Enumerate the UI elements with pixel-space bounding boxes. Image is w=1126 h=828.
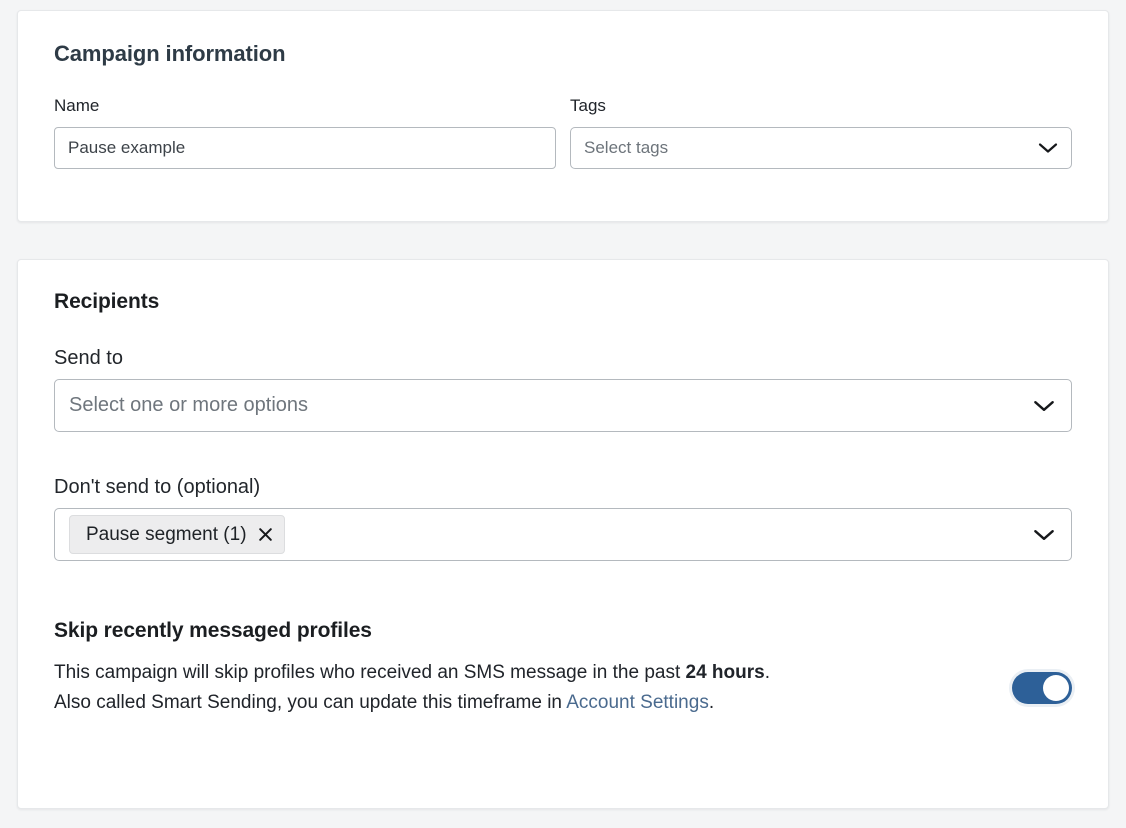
recipients-heading: Recipients [54,290,1072,314]
chevron-down-icon [1033,528,1055,541]
account-settings-link[interactable]: Account Settings [566,692,709,713]
skip-description-line1-suffix: . [765,662,770,683]
send-to-select[interactable]: Select one or more options [54,379,1072,432]
skip-recently-messaged-title: Skip recently messaged profiles [54,619,1072,643]
chevron-down-icon [1038,142,1058,154]
campaign-name-input[interactable] [54,127,556,169]
send-to-field-group: Send to Select one or more options [54,348,1072,432]
send-to-label: Send to [54,348,1072,368]
campaign-editor-page: Campaign information Name Tags Select ta… [0,0,1126,828]
skip-recently-messaged-description: This campaign will skip profiles who rec… [54,658,770,718]
dont-send-to-field-group: Don't send to (optional) Pause segment (… [54,477,1072,561]
tags-placeholder: Select tags [584,138,668,158]
send-to-placeholder: Select one or more options [69,394,308,417]
recipients-card: Recipients Send to Select one or more op… [17,259,1109,809]
skip-description-line2-prefix: Also called Smart Sending, you can updat… [54,692,566,713]
tags-label: Tags [570,96,1072,116]
skip-description-line1-prefix: This campaign will skip profiles who rec… [54,662,686,683]
chip-label: Pause segment (1) [86,524,247,546]
skip-recently-messaged-row: This campaign will skip profiles who rec… [54,658,1072,718]
close-icon[interactable] [257,526,274,543]
tags-field-group: Tags Select tags [570,96,1072,169]
chevron-down-icon [1033,399,1055,412]
smart-sending-toggle[interactable] [1012,672,1072,704]
dont-send-to-select[interactable]: Pause segment (1) [54,508,1072,561]
skip-description-line2-suffix: . [709,692,714,713]
campaign-information-heading: Campaign information [54,41,1072,67]
name-label: Name [54,96,556,116]
toggle-knob [1043,675,1069,701]
tags-select[interactable]: Select tags [570,127,1072,169]
chip-pause-segment[interactable]: Pause segment (1) [69,515,285,554]
campaign-fields-row: Name Tags Select tags [54,96,1072,169]
campaign-information-card: Campaign information Name Tags Select ta… [17,10,1109,222]
skip-timeframe-value: 24 hours [686,662,765,683]
skip-recently-messaged-section: Skip recently messaged profiles This cam… [54,619,1072,718]
name-field-group: Name [54,96,556,169]
dont-send-to-label: Don't send to (optional) [54,477,1072,497]
